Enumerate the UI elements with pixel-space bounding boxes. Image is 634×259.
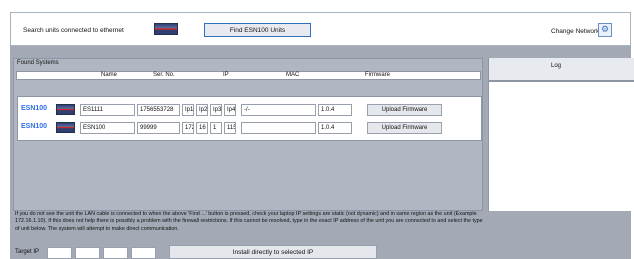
esn100-device-icon xyxy=(56,122,75,133)
device-name-field[interactable]: ES1111 xyxy=(80,104,135,116)
target-ip-octet-1[interactable] xyxy=(47,247,72,259)
device-model-link[interactable]: ESN100 xyxy=(21,105,47,112)
device-mac-field[interactable] xyxy=(241,122,316,134)
log-panel: Log xyxy=(488,58,634,211)
network-settings-icon[interactable]: ⚙ xyxy=(598,23,612,37)
target-ip-octet-2[interactable] xyxy=(75,247,100,259)
find-units-button[interactable]: Find ESN100 Units xyxy=(204,23,311,37)
device-serial-field[interactable]: 1756553728 xyxy=(137,104,180,116)
log-header: Log xyxy=(489,58,634,82)
esn100-device-icon xyxy=(56,104,75,115)
column-name: Name xyxy=(101,72,118,78)
device-list: ESN100 ES1111 1756553728 Ip1 Ip2 Ip3 Ip4… xyxy=(17,96,482,141)
ip-octet-4[interactable]: 115 xyxy=(224,122,236,134)
found-systems-panel: Found Systems Name Ser. No. IP MAC Firmw… xyxy=(13,58,483,211)
device-firmware-field[interactable]: 1.0.4 xyxy=(318,122,352,134)
ip-octet-2[interactable]: Ip2 xyxy=(196,104,208,116)
log-title: Log xyxy=(551,63,562,69)
search-toolbar: Search units connected to ethernet Find … xyxy=(10,12,631,46)
window-top-strip xyxy=(0,0,634,10)
column-header: Name Ser. No. IP MAC Firmware xyxy=(16,71,481,80)
help-text: If you do not see the unit the LAN cable… xyxy=(15,211,483,232)
ip-octet-3[interactable]: Ip3 xyxy=(210,104,222,116)
upload-firmware-button[interactable]: Upload Firmware xyxy=(367,104,442,116)
column-ip: IP xyxy=(223,72,229,78)
device-firmware-field[interactable]: 1.0.4 xyxy=(318,104,352,116)
device-mac-field[interactable]: -/- xyxy=(241,104,316,116)
ip-octet-4[interactable]: Ip4 xyxy=(224,104,236,116)
ip-octet-2[interactable]: 16 xyxy=(196,122,208,134)
found-systems-title: Found Systems xyxy=(17,60,59,66)
device-serial-field[interactable]: 99999 xyxy=(137,122,180,134)
change-network-label[interactable]: Change Network xyxy=(551,28,599,35)
column-firmware: Firmware xyxy=(365,72,390,78)
device-model-link[interactable]: ESN100 xyxy=(21,123,47,130)
install-to-ip-button[interactable]: Install directly to selected IP xyxy=(169,245,377,259)
ip-octet-1[interactable]: 172 xyxy=(182,122,194,134)
device-row: ESN100 ESN100 99999 172 16 1 115 1.0.4 U… xyxy=(18,121,483,135)
device-row: ESN100 ES1111 1756553728 Ip1 Ip2 Ip3 Ip4… xyxy=(18,103,483,117)
column-serial: Ser. No. xyxy=(153,72,175,78)
search-label: Search units connected to ethernet xyxy=(23,27,124,34)
device-name-field[interactable]: ESN100 xyxy=(80,122,135,134)
ip-octet-1[interactable]: Ip1 xyxy=(182,104,194,116)
target-ip-label: Target IP xyxy=(15,249,40,255)
ip-octet-3[interactable]: 1 xyxy=(210,122,222,134)
esn100-device-icon xyxy=(154,23,178,35)
target-ip-octet-3[interactable] xyxy=(103,247,128,259)
column-mac: MAC xyxy=(286,72,300,78)
upload-firmware-button[interactable]: Upload Firmware xyxy=(367,122,442,134)
target-ip-octet-4[interactable] xyxy=(131,247,156,259)
